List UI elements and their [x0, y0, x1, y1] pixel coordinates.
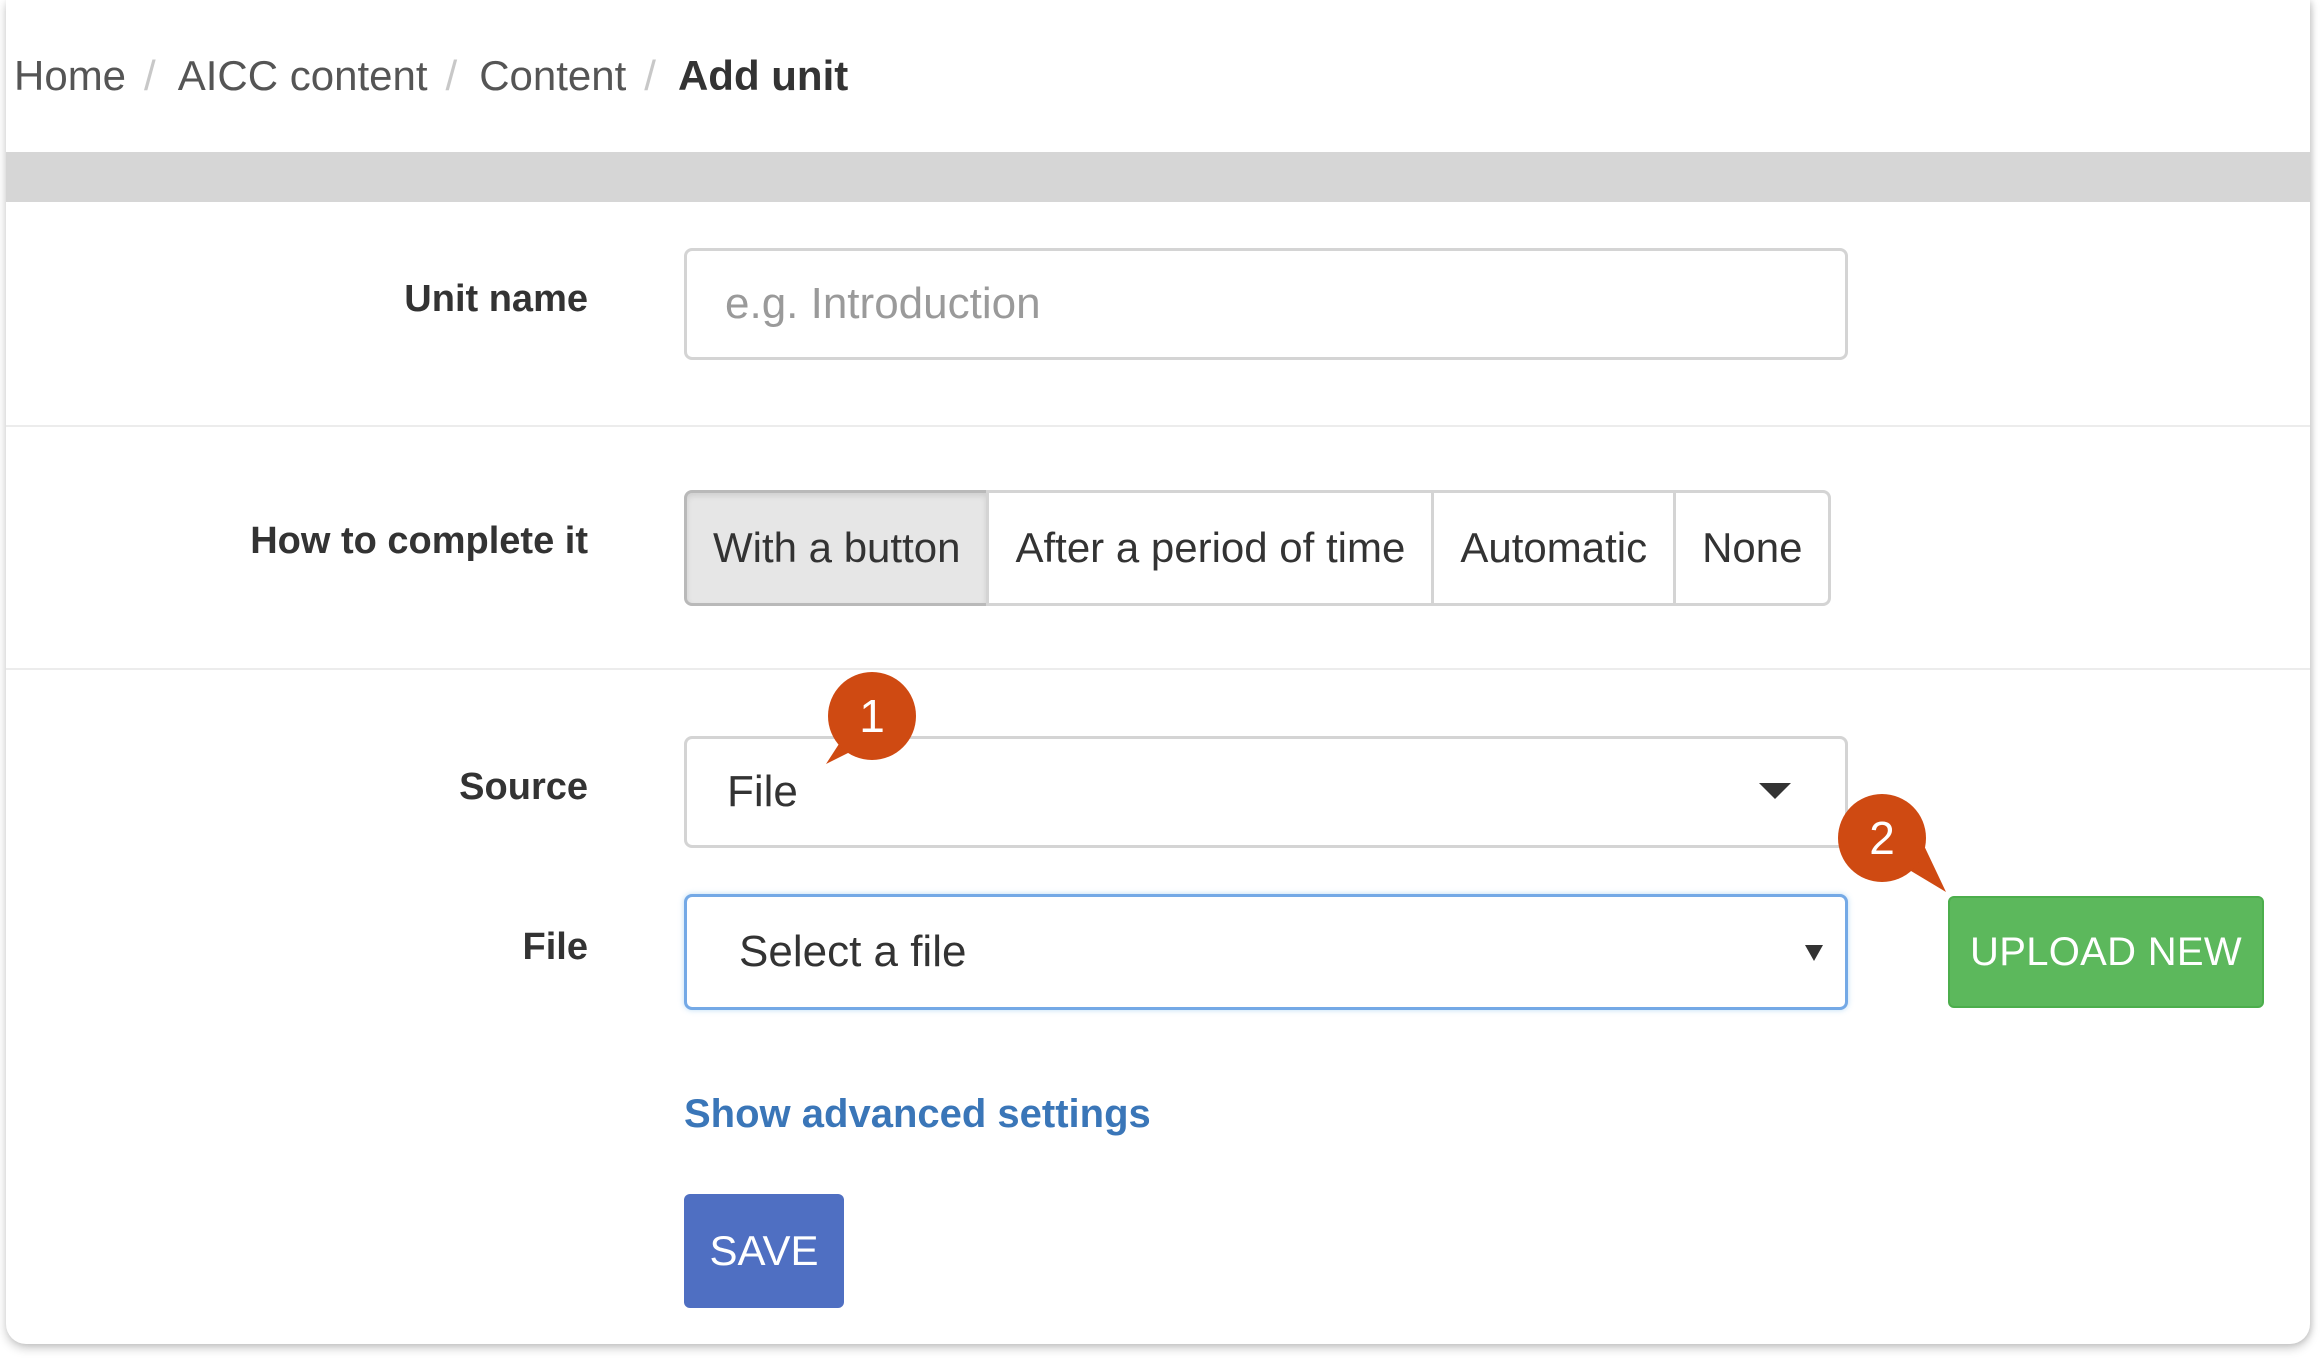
page-frame: Home / AICC content / Content / Add unit…: [6, 0, 2310, 1344]
row-divider: [6, 668, 2310, 670]
completion-label: How to complete it: [250, 520, 588, 562]
chevron-down-icon: [1805, 945, 1823, 961]
source-label: Source: [459, 766, 588, 808]
completion-option-with-button[interactable]: With a button: [684, 490, 990, 606]
completion-option-period-of-time[interactable]: After a period of time: [986, 490, 1435, 606]
source-select-value: File: [727, 767, 798, 816]
chevron-down-icon: [1759, 783, 1791, 799]
annotation-marker-2-number: 2: [1869, 812, 1895, 864]
breadcrumb-current-page: Add unit: [677, 52, 849, 99]
breadcrumb-home[interactable]: Home: [14, 52, 126, 100]
show-advanced-settings-link[interactable]: Show advanced settings: [684, 1092, 1151, 1137]
unit-name-label: Unit name: [404, 278, 588, 320]
save-button[interactable]: SAVE: [684, 1194, 844, 1308]
annotation-marker-1: 1: [826, 672, 916, 764]
annotation-marker-1-number: 1: [859, 690, 885, 742]
completion-option-none[interactable]: None: [1673, 490, 1832, 606]
upload-new-button[interactable]: UPLOAD NEW: [1948, 896, 2264, 1008]
breadcrumb-separator: /: [644, 52, 656, 99]
file-select-value: Select a file: [739, 927, 967, 976]
file-select[interactable]: Select a file: [684, 894, 1848, 1010]
breadcrumb-content[interactable]: Content: [479, 52, 626, 100]
file-label: File: [522, 926, 588, 968]
annotation-marker-2: 2: [1838, 794, 1946, 892]
breadcrumb: Home / AICC content / Content / Add unit: [14, 46, 848, 106]
row-divider: [6, 425, 2310, 427]
completion-button-group: With a button After a period of time Aut…: [684, 490, 1832, 606]
header-divider-bar: [6, 152, 2310, 202]
unit-name-input[interactable]: [684, 248, 1848, 360]
completion-option-automatic[interactable]: Automatic: [1431, 490, 1677, 606]
breadcrumb-separator: /: [144, 52, 156, 99]
breadcrumb-aicc-content[interactable]: AICC content: [178, 52, 428, 100]
breadcrumb-separator: /: [445, 52, 458, 99]
